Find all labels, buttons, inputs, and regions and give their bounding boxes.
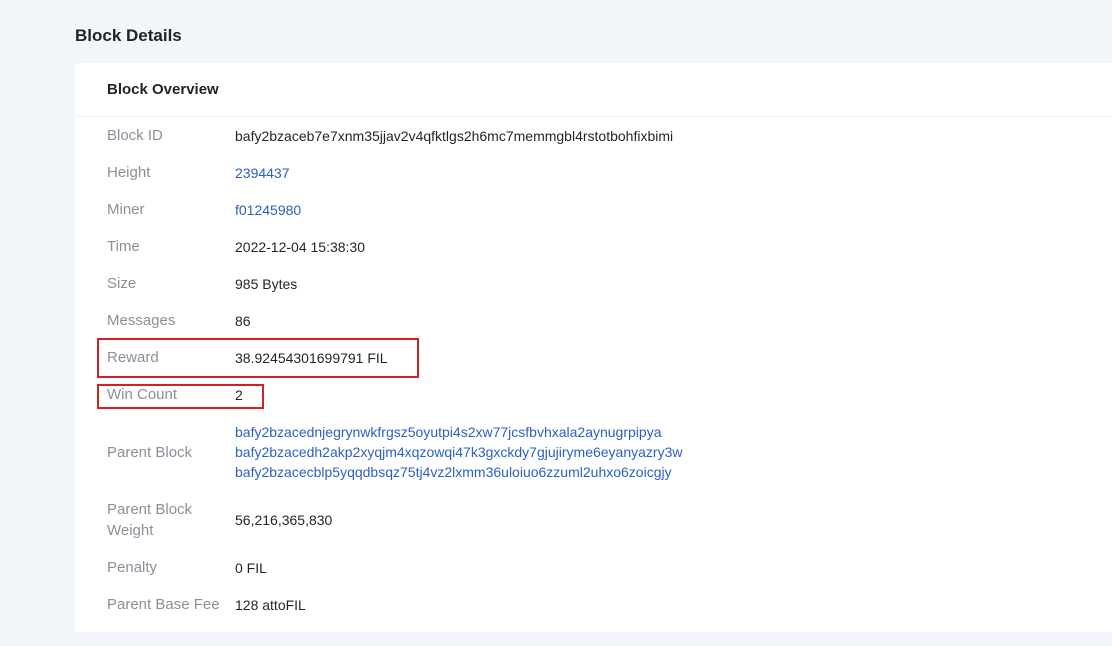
miner-link[interactable]: f01245980 (235, 200, 301, 220)
parent-block-link[interactable]: bafy2bzacedh2akp2xyqjm4xqzowqi47k3gxckdy… (235, 442, 682, 462)
detail-rows: Block ID bafy2bzaceb7e7xnm35jjav2v4qfktl… (75, 117, 1112, 623)
penalty-value: 0 FIL (235, 559, 267, 576)
row-block-id: Block ID bafy2bzaceb7e7xnm35jjav2v4qfktl… (75, 117, 1112, 154)
messages-value: 86 (235, 312, 251, 329)
block-overview-card: Block Overview Block ID bafy2bzaceb7e7xn… (75, 63, 1112, 632)
parent-block-label: Parent Block (107, 443, 193, 461)
row-parent-block-weight: Parent Block Weight 56,216,365,830 (75, 491, 1112, 549)
row-win-count: Win Count 2 (75, 376, 1112, 413)
size-label: Size (107, 275, 137, 292)
penalty-label: Penalty (107, 559, 158, 576)
row-miner: Miner f01245980 (75, 191, 1112, 228)
page-title: Block Details (75, 26, 182, 45)
parent-block-weight-label-line1: Parent Block (107, 501, 193, 518)
row-time: Time 2022-12-04 15:38:30 (75, 228, 1112, 265)
parent-base-fee-label: Parent Base Fee (107, 596, 220, 613)
height-link[interactable]: 2394437 (235, 163, 290, 183)
size-value: 985 Bytes (235, 275, 298, 292)
parent-block-weight-label-line2: Weight (107, 522, 154, 539)
height-label: Height (107, 164, 151, 181)
block-id-label: Block ID (107, 127, 163, 144)
parent-base-fee-value: 128 attoFIL (235, 596, 306, 613)
reward-label: Reward (107, 349, 159, 366)
parent-block-weight-label: Parent Block Weight (75, 499, 235, 541)
row-messages: Messages 86 (75, 302, 1112, 339)
block-id-value: bafy2bzaceb7e7xnm35jjav2v4qfktlgs2h6mc7m… (235, 127, 674, 144)
card-title: Block Overview (107, 81, 219, 98)
parent-block-link[interactable]: bafy2bzacecblp5yqqdbsqz75tj4vz2lxmm36ulo… (235, 462, 682, 482)
messages-label: Messages (107, 312, 176, 329)
row-reward: Reward 38.92454301699791 FIL (75, 339, 1112, 376)
row-size: Size 985 Bytes (75, 265, 1112, 302)
reward-value: 38.92454301699791 FIL (235, 349, 388, 366)
win-count-label: Win Count (107, 386, 178, 403)
parent-block-weight-value: 56,216,365,830 (235, 512, 333, 528)
parent-block-values: bafy2bzacednjegrynwkfrgsz5oyutpi4s2xw77j… (235, 422, 682, 482)
time-value: 2022-12-04 15:38:30 (235, 238, 365, 255)
parent-block-link[interactable]: bafy2bzacednjegrynwkfrgsz5oyutpi4s2xw77j… (235, 422, 682, 442)
row-parent-base-fee: Parent Base Fee 128 attoFIL (75, 586, 1112, 623)
row-penalty: Penalty 0 FIL (75, 549, 1112, 586)
time-label: Time (107, 238, 140, 255)
miner-label: Miner (107, 201, 145, 218)
row-parent-block: Parent Block bafy2bzacednjegrynwkfrgsz5o… (75, 413, 1112, 491)
row-height: Height 2394437 (75, 154, 1112, 191)
win-count-value: 2 (235, 386, 243, 403)
card-header: Block Overview (75, 63, 1112, 117)
